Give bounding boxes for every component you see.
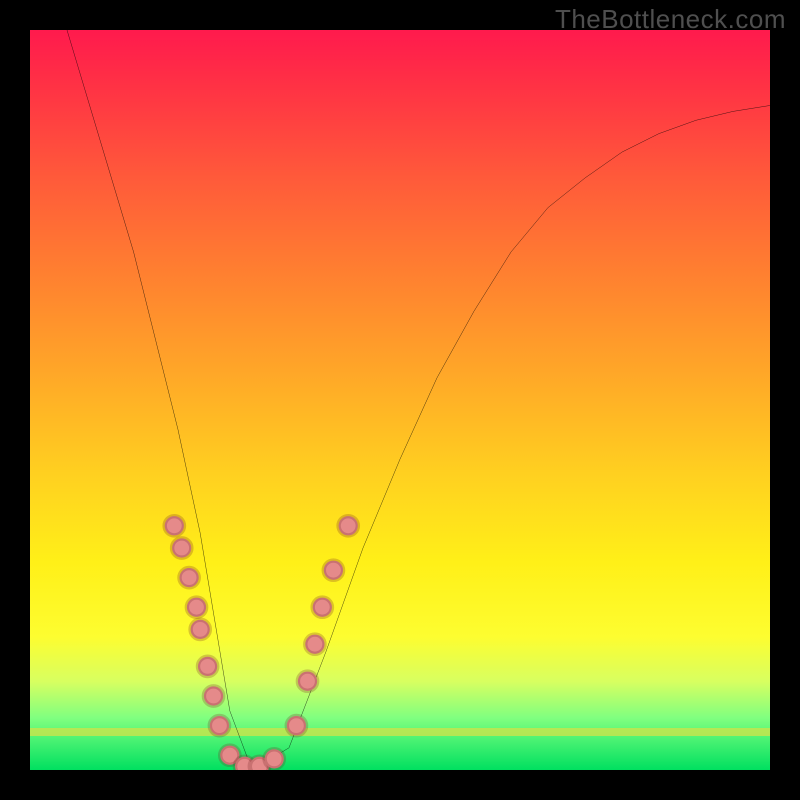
bottleneck-curve [67,30,770,770]
chart-container: TheBottleneck.com [0,0,800,800]
data-point-dot [172,538,191,557]
data-point-dot [339,516,358,535]
data-point-dot [165,516,184,535]
data-point-dot [313,598,332,617]
data-point-dot [191,620,210,639]
data-point-dot [305,635,324,654]
data-point-dot [298,672,317,691]
data-point-dot [265,749,284,768]
data-point-dot [324,561,343,580]
data-point-dot [287,716,306,735]
watermark-text: TheBottleneck.com [555,4,786,35]
data-point-dot [179,568,198,587]
bottleneck-curve-svg [30,30,770,770]
data-point-dot [210,716,229,735]
data-point-dot [198,657,217,676]
plot-area [30,30,770,770]
data-point-dot [187,598,206,617]
data-point-dot [204,686,223,705]
